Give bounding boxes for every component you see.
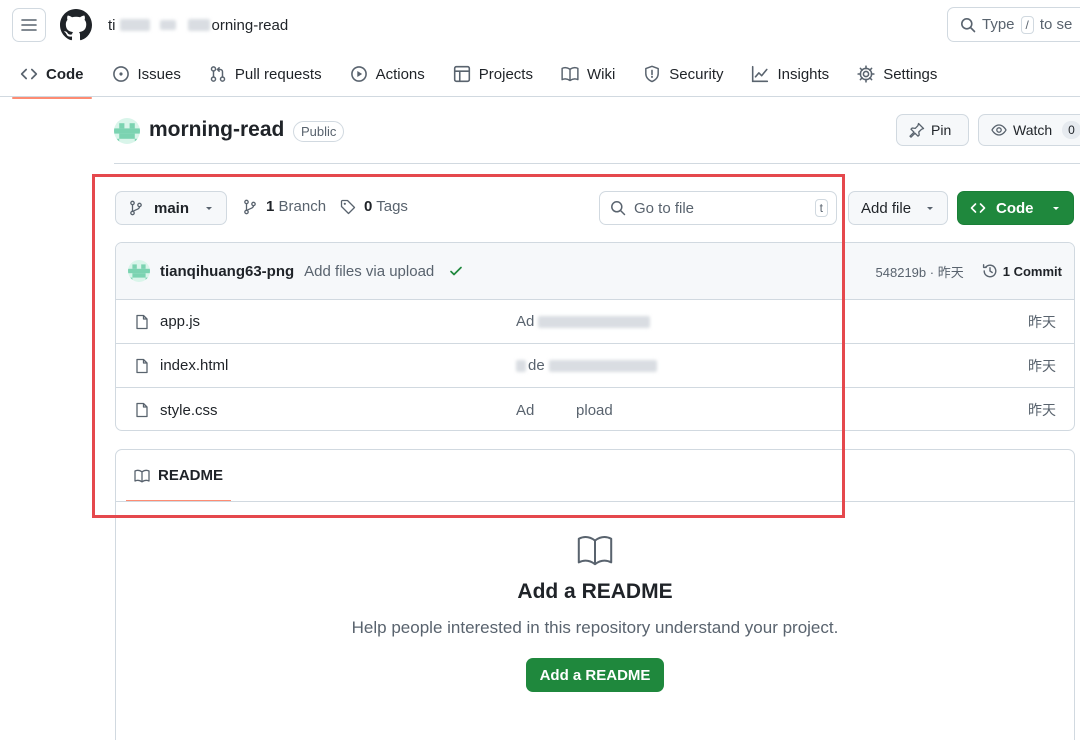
tab-label: Projects [478, 65, 533, 83]
tab-code[interactable]: Code [12, 54, 92, 99]
separator-redacted [159, 20, 176, 30]
commit-time: 昨天 [937, 264, 964, 280]
tab-settings[interactable]: Settings [849, 54, 945, 94]
play-icon [350, 66, 367, 82]
code-icon [20, 68, 38, 80]
repo-name-link[interactable]: orning-read [212, 17, 289, 34]
add-file-label: Add file [861, 199, 912, 217]
tab-label: Pull requests [234, 65, 322, 83]
tab-actions[interactable]: Actions [342, 54, 433, 94]
search-shortcut-key: / [1020, 15, 1034, 34]
search-icon [961, 17, 976, 32]
commits-link[interactable]: 1 Commit [982, 263, 1062, 279]
breadcrumb: ti orning-read [108, 14, 288, 36]
tab-label: Wiki [586, 65, 616, 83]
commit-separator: · [929, 264, 935, 280]
hamburger-icon [21, 19, 37, 31]
chevron-down-icon [927, 207, 933, 210]
tab-label: Settings [883, 65, 938, 83]
repo-owner-avatar[interactable] [114, 118, 140, 144]
repo-name-redacted [187, 19, 210, 31]
readme-empty-state: Add a README Help people interested in t… [116, 534, 1074, 692]
gear-icon [857, 65, 875, 83]
add-file-button[interactable]: Add file [848, 191, 948, 225]
table-icon [453, 65, 470, 83]
watch-label: Watch [1013, 122, 1053, 138]
commit-meta: 548219b · 昨天 1 Commit [876, 262, 1062, 281]
tab-label: Code [46, 65, 84, 83]
pin-icon [909, 122, 925, 138]
watch-button[interactable]: Watch 0 [978, 114, 1080, 146]
owner-name-prefix[interactable]: ti [108, 17, 116, 34]
file-time: 昨天 [1028, 357, 1056, 374]
tab-pull-requests[interactable]: Pull requests [201, 54, 330, 94]
chevron-down-icon [1053, 207, 1059, 210]
commit-hash-time[interactable]: 548219b · 昨天 [876, 262, 964, 281]
tab-label: Actions [375, 65, 425, 83]
book-icon [561, 66, 579, 82]
code-button-label: Code [996, 199, 1034, 217]
search-box[interactable]: Type / to se [947, 7, 1080, 42]
pull-request-icon [210, 66, 226, 82]
search-placeholder-pre: Type [982, 16, 1015, 33]
tab-label: Issues [137, 65, 181, 83]
pin-button[interactable]: Pin [896, 114, 969, 146]
title-divider [114, 163, 1080, 164]
code-icon [970, 203, 986, 213]
tab-security[interactable]: Security [635, 54, 731, 94]
search-placeholder-post: to se [1039, 16, 1073, 33]
shield-icon [645, 65, 660, 83]
highlight-annotation [92, 174, 845, 518]
eye-icon [991, 124, 1007, 136]
repo-title[interactable]: morning-read [149, 118, 284, 142]
file-time: 昨天 [1028, 313, 1056, 330]
github-logo-icon[interactable] [60, 9, 92, 41]
readme-subtext: Help people interested in this repositor… [351, 618, 839, 637]
add-readme-button[interactable]: Add a README [525, 658, 665, 692]
tab-wiki[interactable]: Wiki [553, 54, 623, 94]
tab-label: Security [669, 65, 724, 83]
visibility-badge: Public [293, 121, 345, 142]
header-divider [0, 96, 1080, 97]
issue-icon [112, 66, 129, 82]
file-time: 昨天 [1028, 402, 1056, 418]
repo-nav-tabs: Code Issues Pull requests Actions Projec… [12, 52, 957, 99]
book-icon [577, 536, 613, 566]
commit-count-label: 1 Commit [1002, 263, 1062, 279]
menu-button[interactable] [12, 8, 46, 42]
tab-projects[interactable]: Projects [445, 54, 541, 94]
commit-hash: 548219b [875, 264, 927, 280]
tab-label: Insights [777, 65, 830, 83]
readme-heading: Add a README [517, 580, 673, 603]
code-button[interactable]: Code [957, 191, 1074, 225]
watch-count: 0 [1062, 121, 1080, 139]
tab-issues[interactable]: Issues [104, 54, 189, 94]
pin-label: Pin [931, 122, 952, 138]
history-icon [982, 264, 997, 278]
graph-icon [752, 65, 769, 83]
owner-name-redacted [119, 19, 150, 31]
tab-insights[interactable]: Insights [743, 54, 837, 94]
